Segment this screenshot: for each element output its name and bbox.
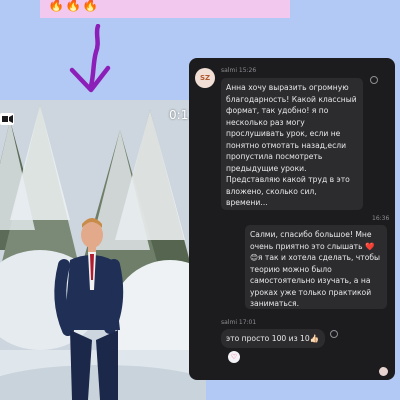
fire-emojis: 🔥🔥🔥 [48, 0, 100, 13]
reply-message-bubble: Салми, спасибо большое! Мне очень приятн… [245, 225, 387, 309]
first-message-bubble: Анна хочу выразить огромную благодарност… [221, 78, 363, 210]
status-dot-icon [379, 367, 388, 376]
second-message-meta: salmi 17:01 [221, 319, 257, 326]
video-player[interactable]: 0:13 [0, 100, 206, 400]
heart-icon[interactable]: ♡ [228, 351, 240, 363]
snowy-forest-scene [0, 100, 206, 400]
reaction-icon-2[interactable] [330, 330, 338, 338]
video-badge-icon [0, 113, 14, 125]
second-message-bubble: это просто 100 из 10👍🏻 [221, 329, 325, 348]
top-banner: 🔥🔥🔥 [40, 0, 290, 18]
reply-time: 16:36 [372, 215, 390, 222]
first-message-meta: salmi 15:26 [221, 67, 257, 74]
avatar: SZ [195, 68, 215, 88]
chat-panel: SZ salmi 15:26 Анна хочу выразить огромн… [189, 58, 395, 380]
reaction-icon[interactable] [370, 76, 378, 84]
arrow-down-icon [69, 24, 111, 93]
